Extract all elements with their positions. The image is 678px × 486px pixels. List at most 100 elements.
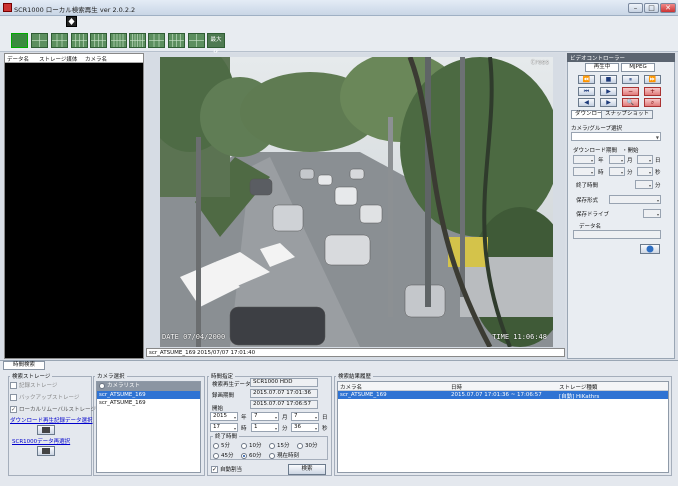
tab-snapshot[interactable]: スナップショット xyxy=(601,110,654,119)
download-button[interactable] xyxy=(640,244,660,254)
osd-time: TIME 11:06:48 xyxy=(492,333,547,341)
month-select[interactable]: 7 ▾ xyxy=(251,412,279,421)
results-title: 検索結果履歴 xyxy=(336,372,374,380)
video-frame[interactable]: Cross DATE 07/04/2000 TIME 11:06:48 xyxy=(160,57,553,347)
caption-camera: scr_ATSUME_169 xyxy=(149,350,196,356)
duration-option[interactable]: 5分 xyxy=(213,441,230,449)
storage-option-local[interactable]: ローカルリムーバルストレージ xyxy=(10,405,96,413)
layout-button-2[interactable] xyxy=(31,33,48,48)
data-list-panel[interactable]: データ名 ストレージ媒体 カメラ名 xyxy=(4,53,144,359)
scr-data-link[interactable]: SCR1000データ再選択 xyxy=(12,437,70,445)
auto-split-checkbox[interactable] xyxy=(211,466,218,473)
close-button[interactable]: ✕ xyxy=(660,3,676,13)
layout-button-4[interactable] xyxy=(71,33,88,48)
layout-button-1[interactable] xyxy=(11,33,28,48)
dl-year-field[interactable]: ▾ xyxy=(573,155,595,164)
storage-option-backup[interactable]: バックアップストレージ xyxy=(10,393,79,401)
storage-option-record[interactable]: 記録ストレージ xyxy=(10,381,57,389)
local-checkbox[interactable] xyxy=(10,406,17,413)
record-checkbox[interactable] xyxy=(10,382,17,389)
layout-button-10[interactable] xyxy=(188,33,205,48)
camera-item[interactable]: scr_ATSUME_169 xyxy=(97,399,200,407)
duration-radio[interactable] xyxy=(269,452,275,459)
step-forward-button[interactable]: ▶ xyxy=(600,98,617,107)
scr-data-select-button[interactable] xyxy=(37,446,55,456)
tab-mjpeg[interactable]: MJPEG xyxy=(621,63,655,72)
recording-period-label: 録画期間 xyxy=(212,393,235,399)
camera-list[interactable]: カメラリスト scr_ATSUME_169 scr_ATSUME_169 xyxy=(96,381,201,473)
pause-icon: ⏸ xyxy=(628,76,632,83)
step-forward-icon: ▶ xyxy=(606,99,611,106)
duration-radio[interactable] xyxy=(241,452,247,459)
duration-label: 30分 xyxy=(305,443,318,449)
minute-select[interactable]: 1 ▾ xyxy=(251,423,279,432)
day-select[interactable]: 7 ▾ xyxy=(291,412,319,421)
zoom-in-button[interactable]: + xyxy=(644,87,661,96)
dl-day-field[interactable]: ▾ xyxy=(637,155,653,164)
prev-button[interactable]: ⏮ xyxy=(578,87,595,96)
search-button-small[interactable]: ⌕ xyxy=(644,98,661,107)
pause-button[interactable]: ⏸ xyxy=(622,75,639,84)
layout-button-5[interactable] xyxy=(90,33,107,48)
duration-radio[interactable] xyxy=(269,442,275,449)
layout-button-9[interactable] xyxy=(168,33,185,48)
duration-radio[interactable] xyxy=(241,442,247,449)
dl-second-field[interactable]: ▾ xyxy=(637,167,653,176)
maximize-button[interactable]: □ xyxy=(644,3,659,13)
layout-button-6[interactable] xyxy=(110,33,127,48)
year-select[interactable]: 2015 ▾ xyxy=(210,412,238,421)
save-format-select[interactable]: ▾ xyxy=(609,195,661,204)
table-row[interactable]: scr_ATSUME_169 2015.07.07 17:01:36 ~ 17:… xyxy=(338,391,668,400)
duration-radio[interactable] xyxy=(213,452,219,459)
download-data-select-button[interactable] xyxy=(37,425,55,435)
layout-button-7[interactable] xyxy=(129,33,146,48)
duration-radio[interactable] xyxy=(213,442,219,449)
duration-option[interactable]: 10分 xyxy=(241,441,262,449)
magnify-button[interactable]: 🔍 xyxy=(622,98,639,107)
dl-month-field[interactable]: ▾ xyxy=(609,155,625,164)
zoom-in-icon: + xyxy=(649,88,656,95)
hour-value: 17 xyxy=(213,424,220,430)
fullscreen-icon[interactable] xyxy=(66,16,77,27)
second-unit: 秒 xyxy=(322,426,328,432)
maximize-layout-button[interactable]: 最大化 xyxy=(207,33,225,56)
fast-forward-button[interactable]: ⏩ xyxy=(644,75,661,84)
data-name-input[interactable] xyxy=(573,230,661,239)
layout-button-3[interactable] xyxy=(51,33,68,48)
minimize-button[interactable]: – xyxy=(628,3,643,13)
second-value: 36 xyxy=(294,424,301,430)
camera-list-radio[interactable] xyxy=(99,382,105,389)
duration-option[interactable]: 現在時刻 xyxy=(269,451,299,459)
layout-button-8[interactable] xyxy=(148,33,165,48)
camera-item[interactable]: scr_ATSUME_169 xyxy=(97,391,200,399)
result-camera: scr_ATSUME_169 xyxy=(340,392,387,398)
duration-label: 60分 xyxy=(249,453,262,459)
zoom-out-button[interactable]: − xyxy=(622,87,639,96)
duration-option[interactable]: 45分 xyxy=(213,451,234,459)
stop-button[interactable]: ■ xyxy=(600,75,617,84)
download-data-link[interactable]: ダウンロード再生記録データ選択 xyxy=(10,416,93,424)
play-button[interactable]: ▶ xyxy=(600,87,617,96)
camera-list-header[interactable]: カメラリスト xyxy=(97,382,200,391)
camera-group-select[interactable]: ▼ xyxy=(571,132,661,141)
end-minute-field[interactable]: ▾ xyxy=(635,180,653,189)
rewind-button[interactable]: ⏪ xyxy=(578,75,595,84)
tab-playing[interactable]: 再生中 xyxy=(585,63,619,72)
save-drive-select[interactable]: ▾ xyxy=(643,209,661,218)
duration-option[interactable]: 15分 xyxy=(269,441,290,449)
tab-time-search[interactable]: 時間検索 xyxy=(3,361,45,370)
auto-split-option[interactable]: 自動割当 xyxy=(211,465,242,473)
duration-radio[interactable] xyxy=(297,442,303,449)
backup-checkbox[interactable] xyxy=(10,394,17,401)
hour-select[interactable]: 17 ▾ xyxy=(210,423,238,432)
duration-option[interactable]: 60分 xyxy=(241,451,262,459)
second-select[interactable]: 36 ▾ xyxy=(291,423,319,432)
duration-option[interactable]: 30分 xyxy=(297,441,318,449)
dl-minute-field[interactable]: ▾ xyxy=(609,167,625,176)
search-button[interactable]: 検索 xyxy=(288,464,326,475)
dl-hour-field[interactable]: ▾ xyxy=(573,167,595,176)
results-col-camera: カメラ名 xyxy=(340,385,363,391)
results-table[interactable]: カメラ名 日時 ストレージ種類 scr_ATSUME_169 2015.07.0… xyxy=(337,381,669,473)
download-period-label: ダウンロード期間 xyxy=(573,148,618,154)
step-back-button[interactable]: ◀ xyxy=(578,98,595,107)
